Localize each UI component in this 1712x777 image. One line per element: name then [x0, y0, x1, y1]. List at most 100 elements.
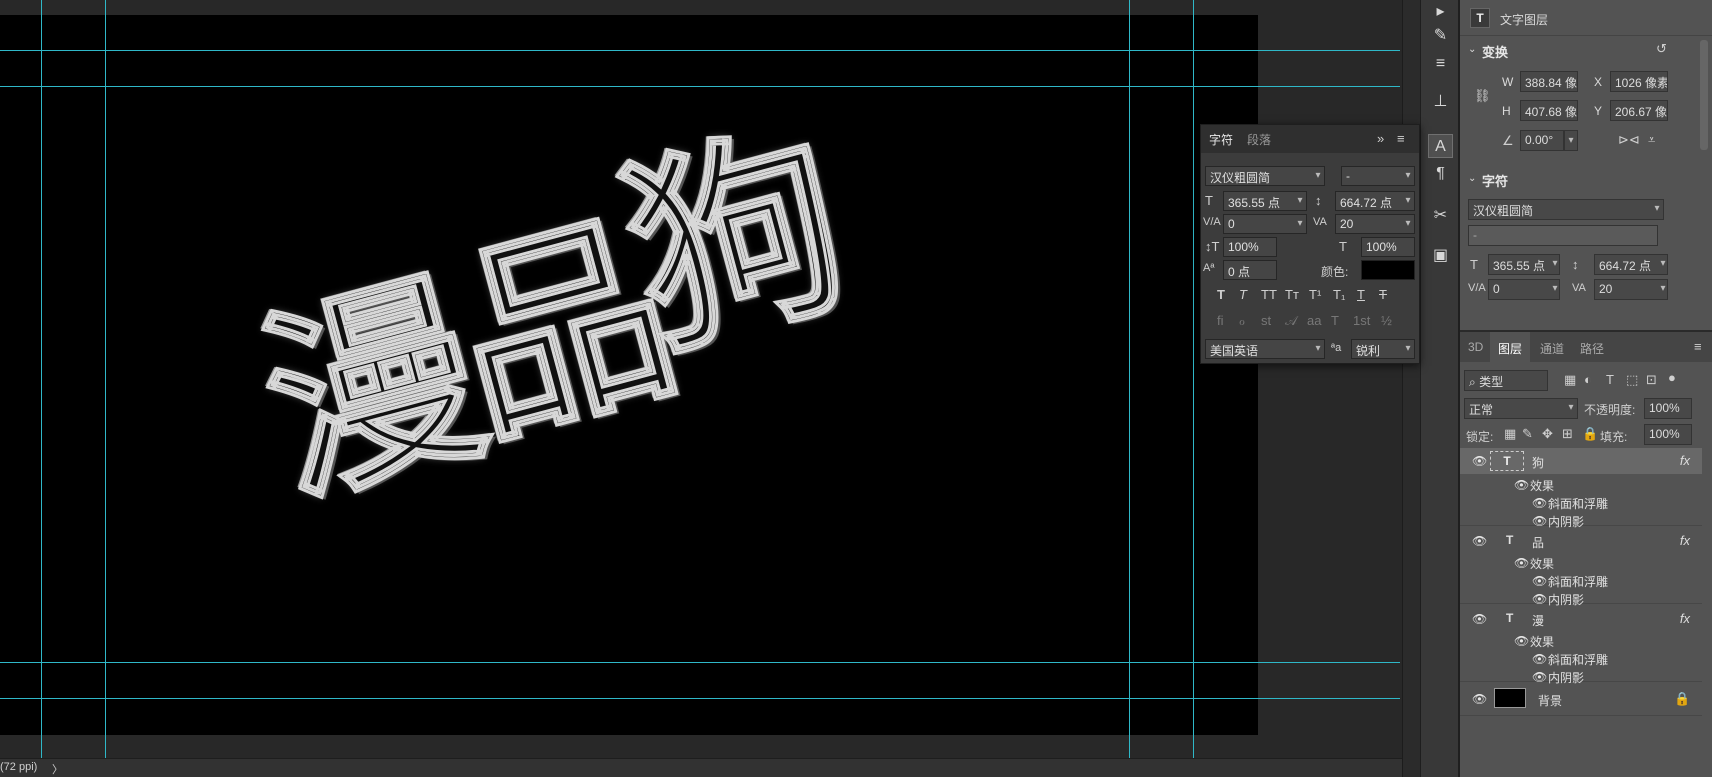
x-position-input[interactable]: 1026 像素	[1610, 71, 1668, 92]
flip-vertical-icon[interactable]: ⩡	[1648, 132, 1655, 148]
layer-name[interactable]: 漫	[1532, 612, 1544, 629]
ligature-icon[interactable]: fi	[1217, 313, 1224, 328]
layer-row-man[interactable]: 👁 T 漫 fx 👁 效果 👁 斜面和浮雕 👁 内阴影	[1460, 604, 1702, 685]
ordinals-icon[interactable]: T	[1331, 313, 1339, 328]
superior-icon[interactable]: 1st	[1353, 313, 1370, 328]
language-select[interactable]: 美国英语	[1205, 339, 1325, 359]
chevron-down-icon[interactable]: ⌄	[1468, 173, 1476, 184]
text-artwork[interactable]: 漫 品 狗	[234, 94, 935, 588]
brush-preset-icon[interactable]: ✎	[1428, 24, 1453, 48]
strikethrough-icon[interactable]: T	[1379, 287, 1387, 302]
tab-layers[interactable]: 图层	[1490, 332, 1531, 362]
faux-italic-icon[interactable]: T	[1239, 287, 1247, 302]
layer-name[interactable]: 背景	[1538, 692, 1562, 709]
font-family-select[interactable]: 汉仪粗圆简	[1205, 166, 1325, 186]
eye-icon[interactable]: 👁	[1532, 574, 1547, 588]
chevron-down-icon[interactable]: ⌄	[1468, 44, 1476, 55]
height-input[interactable]: 407.68 像素	[1520, 100, 1578, 121]
tab-character[interactable]: 字符	[1209, 131, 1233, 148]
effect-bevel-emboss[interactable]: 斜面和浮雕	[1548, 651, 1608, 668]
swash-icon[interactable]: 𝒜	[1285, 313, 1297, 329]
filter-shape-icon[interactable]: ⬚	[1626, 372, 1638, 388]
fractions-icon[interactable]: ½	[1381, 313, 1392, 328]
chevron-down-icon[interactable]: ▾	[1564, 130, 1578, 151]
tool-presets-icon[interactable]: ✂	[1428, 204, 1453, 228]
lock-artboard-icon[interactable]: ⊞	[1562, 426, 1573, 442]
clone-source-icon[interactable]: ⊥	[1428, 90, 1453, 114]
filter-kind-select[interactable]: ⌕ 类型	[1464, 370, 1548, 391]
eye-icon[interactable]: 👁	[1472, 454, 1487, 468]
fill-input[interactable]: 100%	[1644, 424, 1692, 445]
eye-icon[interactable]: 👁	[1514, 634, 1529, 648]
eye-icon[interactable]: 👁	[1472, 612, 1487, 626]
history-icon[interactable]: ▸	[1428, 0, 1453, 24]
eye-icon[interactable]: 👁	[1532, 496, 1547, 510]
canvas-workspace[interactable]: 漫 品 狗	[0, 0, 1420, 760]
y-position-input[interactable]: 206.67 像素	[1610, 100, 1668, 121]
guide-vertical[interactable]	[41, 0, 42, 760]
font-style-select[interactable]: -	[1468, 225, 1658, 246]
document-canvas[interactable]: 漫 品 狗	[0, 15, 1258, 735]
layer-row-gou[interactable]: 👁 T 狗 fx 👁 效果 👁 斜面和浮雕 👁 内阴影	[1460, 448, 1702, 529]
opacity-input[interactable]: 100%	[1644, 398, 1692, 419]
effect-bevel-emboss[interactable]: 斜面和浮雕	[1548, 573, 1608, 590]
tab-channels[interactable]: 通道	[1540, 340, 1564, 357]
tab-3d[interactable]: 3D	[1468, 340, 1483, 354]
properties-scrollbar[interactable]	[1700, 40, 1708, 150]
link-icon[interactable]: ⛓	[1474, 88, 1491, 104]
character-panel-icon[interactable]: A	[1428, 134, 1453, 158]
fx-icon[interactable]: fx	[1680, 453, 1690, 468]
guide-horizontal[interactable]	[0, 698, 1400, 699]
panel-menu-icon[interactable]: ≡	[1694, 339, 1702, 354]
subscript-icon[interactable]: T₁	[1333, 287, 1345, 302]
vertical-scale-input[interactable]: 100%	[1223, 237, 1277, 257]
tab-paragraph[interactable]: 段落	[1247, 131, 1271, 148]
eye-icon[interactable]: 👁	[1514, 478, 1529, 492]
guide-horizontal[interactable]	[0, 50, 1400, 51]
collapse-icon[interactable]: »	[1377, 131, 1384, 146]
layer-row-background[interactable]: 👁 背景 🔒	[1460, 682, 1702, 716]
titling-alternates-icon[interactable]: aa	[1307, 313, 1321, 328]
eye-icon[interactable]: 👁	[1472, 692, 1487, 706]
libraries-icon[interactable]: ▣	[1428, 244, 1453, 268]
text-color-swatch[interactable]	[1361, 260, 1415, 280]
guide-horizontal[interactable]	[0, 86, 1400, 87]
lock-pixels-icon[interactable]: ✎	[1522, 426, 1533, 442]
fx-icon[interactable]: fx	[1680, 533, 1690, 548]
all-caps-icon[interactable]: TT	[1261, 287, 1277, 302]
guide-vertical[interactable]	[105, 0, 106, 760]
small-caps-icon[interactable]: Tт	[1285, 287, 1299, 302]
filter-toggle-icon[interactable]: ●	[1668, 370, 1676, 385]
guide-vertical[interactable]	[1129, 0, 1130, 760]
status-menu-arrow[interactable]: 〉	[52, 761, 63, 777]
lock-icon[interactable]: 🔒	[1674, 691, 1690, 707]
adjustments-icon[interactable]: ≡	[1428, 52, 1453, 76]
character-section-title[interactable]: 字符	[1482, 171, 1508, 190]
layer-row-pin[interactable]: 👁 T 品 fx 👁 效果 👁 斜面和浮雕 👁 内阴影	[1460, 526, 1702, 607]
stylistic-alternates-icon[interactable]: st	[1261, 313, 1271, 328]
superscript-icon[interactable]: T¹	[1309, 287, 1321, 302]
flip-horizontal-icon[interactable]: ⊳⊲	[1618, 132, 1640, 148]
filter-smart-object-icon[interactable]: ⊡	[1646, 372, 1657, 388]
width-input[interactable]: 388.84 像素	[1520, 71, 1578, 92]
lock-transparent-icon[interactable]: ▦	[1504, 426, 1516, 442]
panel-menu-icon[interactable]: ≡	[1397, 131, 1405, 146]
blend-mode-select[interactable]: 正常	[1464, 398, 1578, 419]
eye-icon[interactable]: 👁	[1532, 652, 1547, 666]
tab-paths[interactable]: 路径	[1580, 340, 1604, 357]
eye-icon[interactable]: 👁	[1514, 556, 1529, 570]
filter-type-icon[interactable]: T	[1606, 372, 1614, 387]
fx-icon[interactable]: fx	[1680, 611, 1690, 626]
guide-horizontal[interactable]	[0, 662, 1400, 663]
effect-bevel-emboss[interactable]: 斜面和浮雕	[1548, 495, 1608, 512]
guide-vertical[interactable]	[1193, 0, 1194, 760]
layer-name[interactable]: 品	[1532, 534, 1544, 551]
baseline-shift-input[interactable]: 0 点	[1223, 260, 1277, 280]
angle-input[interactable]: 0.00°	[1520, 130, 1564, 151]
paragraph-panel-icon[interactable]: ¶	[1428, 162, 1453, 186]
filter-pixel-icon[interactable]: ▦	[1564, 372, 1576, 388]
lock-position-icon[interactable]: ✥	[1542, 426, 1553, 442]
faux-bold-icon[interactable]: T	[1217, 287, 1225, 302]
horizontal-scale-input[interactable]: 100%	[1361, 237, 1415, 257]
discretionary-ligature-icon[interactable]: ℴ	[1239, 313, 1245, 329]
